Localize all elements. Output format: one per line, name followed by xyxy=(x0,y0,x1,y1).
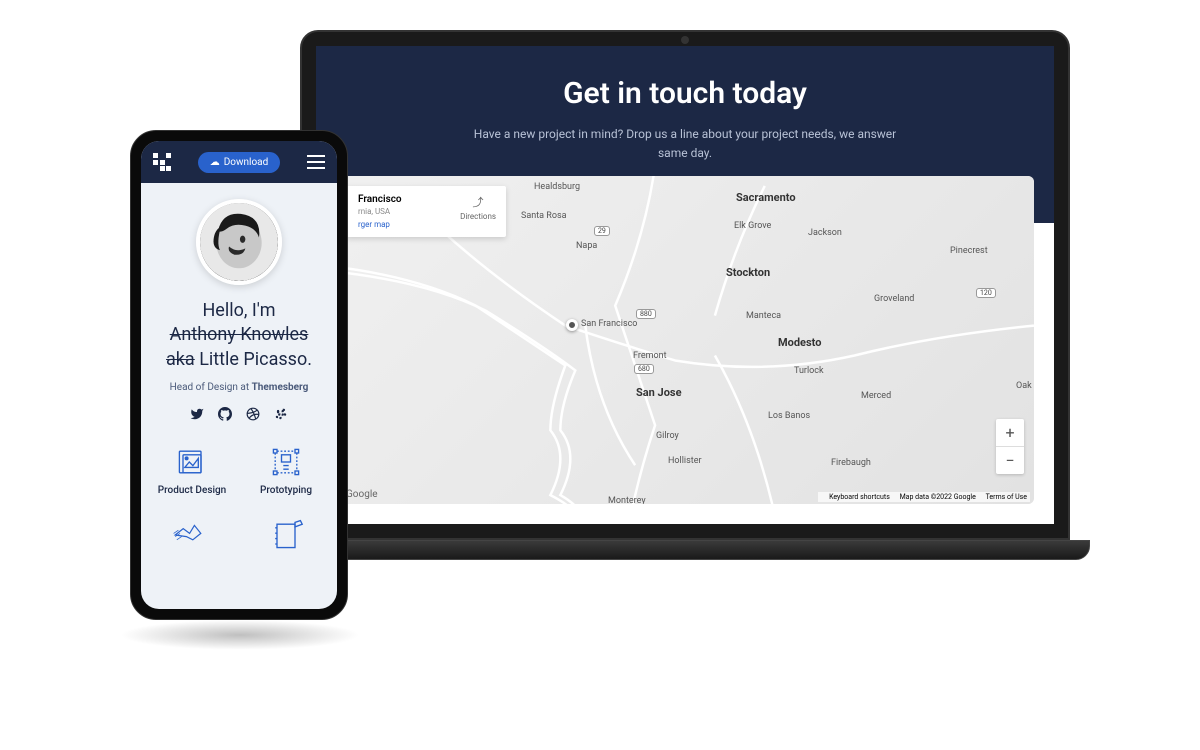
skill-prototyping: Prototyping xyxy=(249,443,323,496)
map[interactable]: Francisco rnia, USA rger map ⤴ Direction… xyxy=(336,176,1034,504)
phone-shadow xyxy=(120,620,360,650)
city-modesto: Modesto xyxy=(778,336,821,349)
phone-screen: ☁ Download Hello, I'm xyxy=(141,141,337,609)
city-groveland: Groveland xyxy=(874,294,914,304)
skill-origami xyxy=(155,516,229,558)
prototyping-icon xyxy=(249,443,323,481)
twitter-icon[interactable] xyxy=(190,407,204,425)
city-gilroy: Gilroy xyxy=(656,431,679,441)
laptop-screen: Get in touch today Have a new project in… xyxy=(316,46,1054,524)
social-links xyxy=(141,407,337,425)
map-larger-link[interactable]: rger map xyxy=(358,220,494,229)
brand-logo[interactable] xyxy=(153,153,171,171)
laptop-bezel: Get in touch today Have a new project in… xyxy=(300,30,1070,540)
city-manteca: Manteca xyxy=(746,311,781,321)
map-credits: Keyboard shortcuts Map data ©2022 Google… xyxy=(818,492,1030,502)
city-monterey: Monterey xyxy=(608,496,646,504)
intro-hello: Hello, I'm xyxy=(155,299,323,323)
map-data-attribution: Map data ©2022 Google xyxy=(900,493,976,501)
city-merced: Merced xyxy=(861,391,891,401)
map-directions[interactable]: ⤴ Directions xyxy=(460,194,496,221)
map-info-card: Francisco rnia, USA rger map ⤴ Direction… xyxy=(346,186,506,237)
notes-icon xyxy=(249,516,323,554)
cloud-download-icon: ☁ xyxy=(210,157,220,168)
city-santa-rosa: Santa Rosa xyxy=(521,211,567,221)
city-san-francisco: San Francisco xyxy=(581,319,637,329)
laptop-mockup: Get in touch today Have a new project in… xyxy=(280,30,1090,580)
slack-icon[interactable] xyxy=(274,407,288,425)
city-los-banos: Los Banos xyxy=(768,411,810,421)
city-sacramento: Sacramento xyxy=(736,191,796,204)
city-jackson: Jackson xyxy=(808,228,842,238)
intro-strike-name: Anthony Knowles xyxy=(155,323,323,347)
intro-subtitle: Head of Design at Themesberg xyxy=(155,382,323,393)
city-san-jose: San Jose xyxy=(636,386,682,399)
contact-title: Get in touch today xyxy=(336,76,1034,111)
download-button[interactable]: ☁ Download xyxy=(198,152,281,173)
city-firebaugh: Firebaugh xyxy=(831,458,871,468)
city-oak: Oak xyxy=(1016,381,1032,391)
github-icon[interactable] xyxy=(218,407,232,425)
zoom-in-button[interactable]: + xyxy=(996,419,1024,446)
shield-29: 29 xyxy=(594,226,610,236)
contact-subtitle: Have a new project in mind? Drop us a li… xyxy=(336,125,1034,163)
intro-name: aka Little Picasso. xyxy=(155,348,323,372)
city-turlock: Turlock xyxy=(794,366,824,376)
map-keyboard-shortcuts[interactable]: Keyboard shortcuts xyxy=(829,493,890,501)
phone-mockup: ☁ Download Hello, I'm xyxy=(130,130,348,620)
city-stockton: Stockton xyxy=(726,266,770,279)
shield-120: 120 xyxy=(976,288,996,298)
map-terms-link[interactable]: Terms of Use xyxy=(986,493,1027,501)
zoom-out-button[interactable]: − xyxy=(996,446,1024,474)
city-hollister: Hollister xyxy=(668,456,702,466)
laptop-base xyxy=(280,540,1090,560)
skill-label: Prototyping xyxy=(249,485,323,496)
directions-icon: ⤴ xyxy=(460,194,496,210)
city-fremont: Fremont xyxy=(633,351,667,361)
avatar xyxy=(196,199,282,285)
map-marker[interactable] xyxy=(566,319,578,331)
phone-bezel: ☁ Download Hello, I'm xyxy=(130,130,348,620)
skill-product-design: Product Design xyxy=(155,443,229,496)
city-elk-grove: Elk Grove xyxy=(734,221,771,231)
product-design-icon xyxy=(155,443,229,481)
city-healdsburg: Healdsburg xyxy=(534,182,580,192)
shield-680: 680 xyxy=(634,364,654,374)
menu-button[interactable] xyxy=(307,151,325,173)
laptop-camera xyxy=(681,36,689,44)
dribbble-icon[interactable] xyxy=(246,407,260,425)
skill-label: Product Design xyxy=(155,485,229,496)
intro-section: Hello, I'm Anthony Knowles aka Little Pi… xyxy=(141,299,337,393)
shield-880: 880 xyxy=(636,309,656,319)
origami-icon xyxy=(155,516,229,554)
phone-header: ☁ Download xyxy=(141,141,337,183)
map-zoom-controls: + − xyxy=(996,419,1024,474)
skills-grid: Product Design Prototyping xyxy=(141,443,337,558)
skill-notes xyxy=(249,516,323,558)
city-napa: Napa xyxy=(576,241,597,251)
city-pinecrest: Pinecrest xyxy=(950,246,988,256)
map-google-logo: Google xyxy=(346,489,378,500)
